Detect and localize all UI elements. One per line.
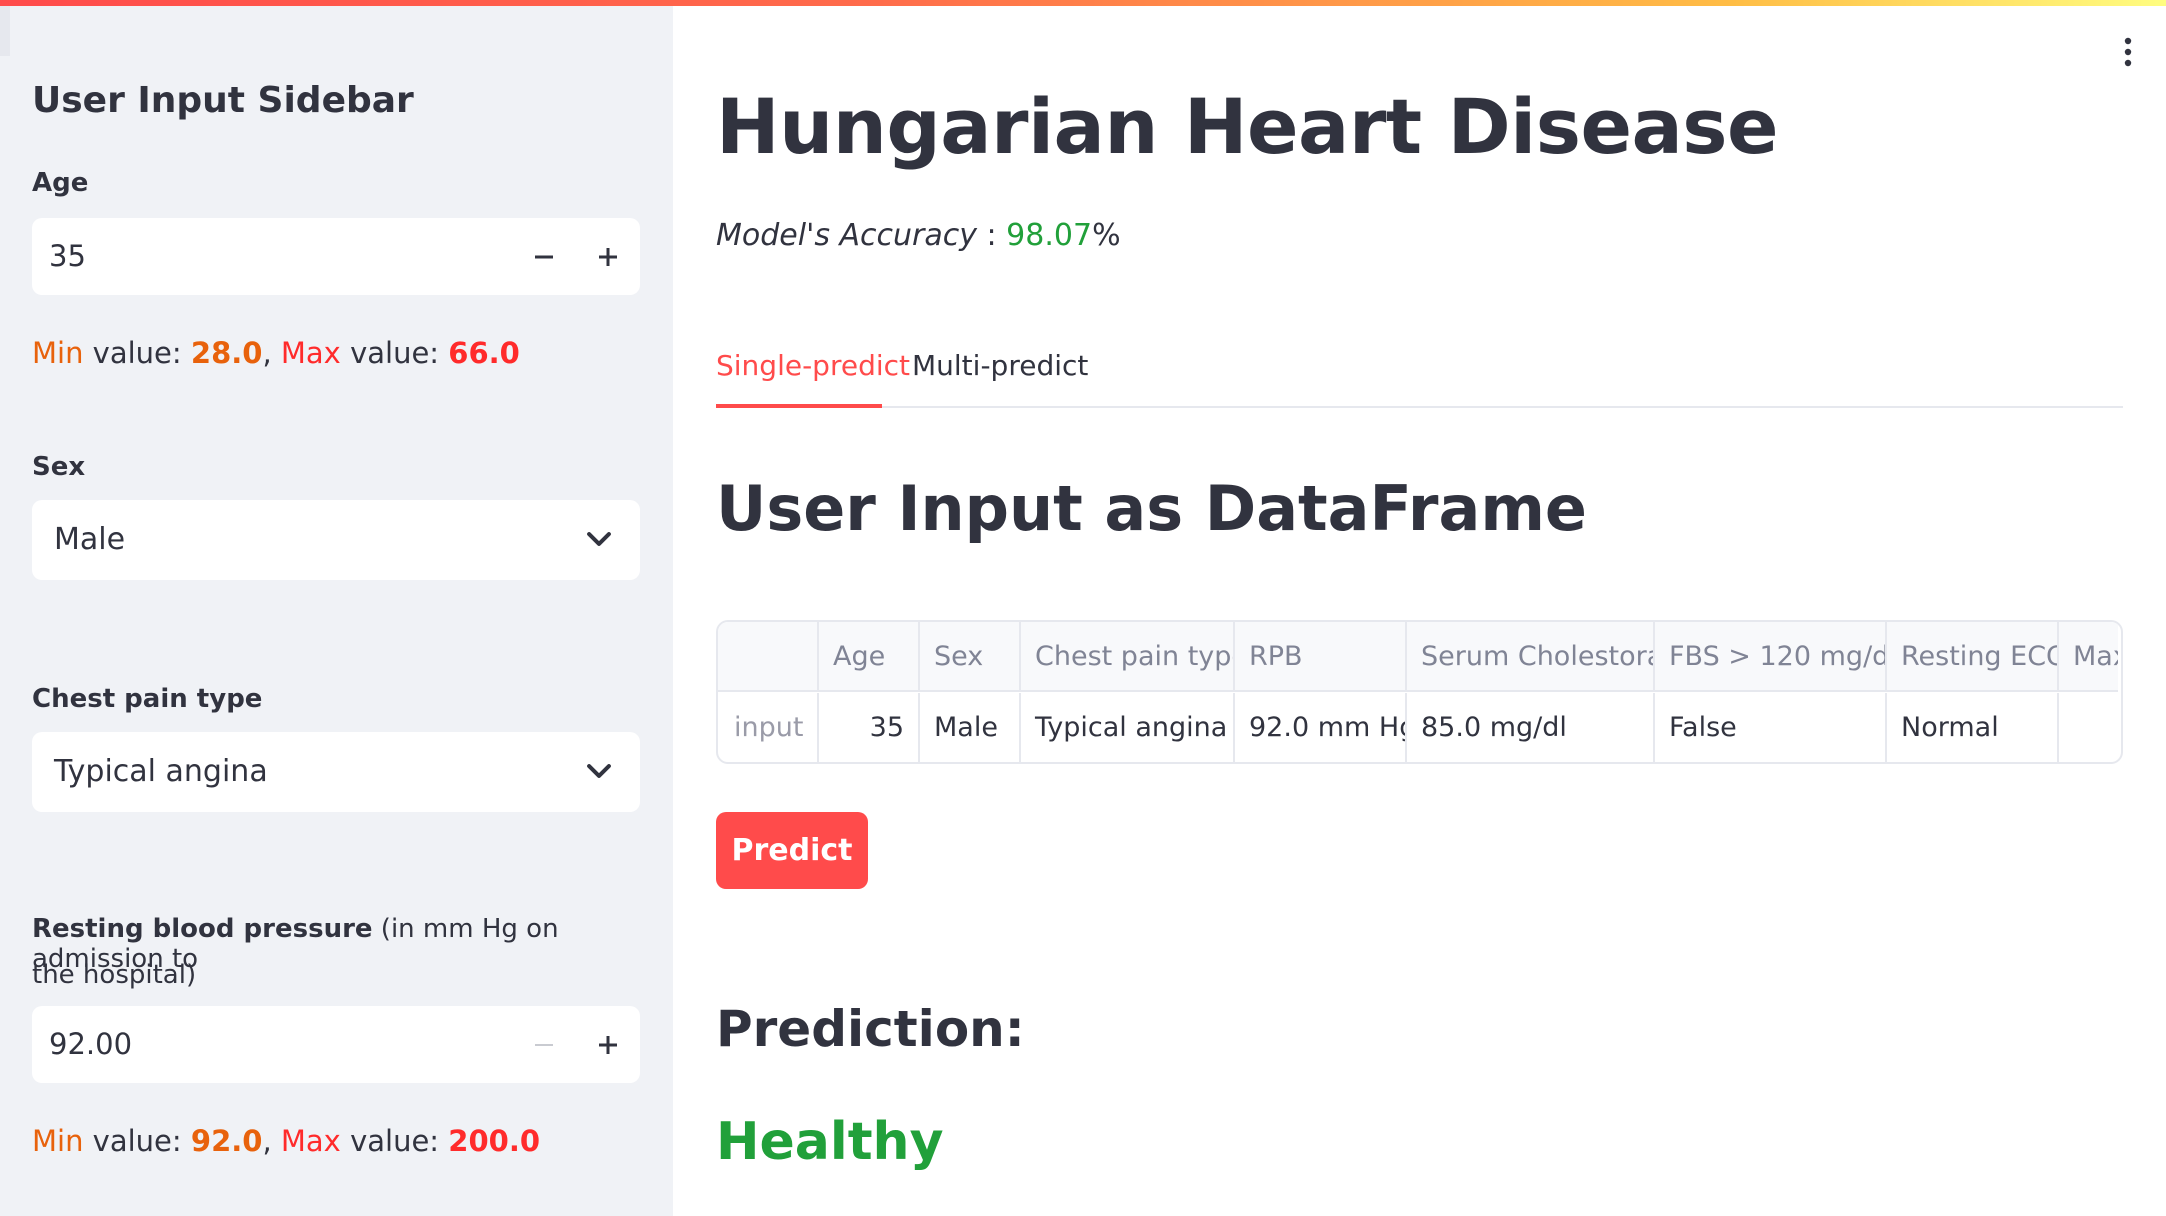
header-cell-age[interactable]: Age <box>819 622 920 692</box>
page-title: Hungarian Heart Disease <box>716 82 1779 171</box>
age-value[interactable]: 35 <box>49 218 86 295</box>
sidebar-collapse-handle[interactable] <box>0 0 10 56</box>
age-value-word-2: value: <box>340 336 449 370</box>
rbp-value-word: value: <box>83 1124 191 1158</box>
main-content: Hungarian Heart Disease Model's Accuracy… <box>673 0 2166 1216</box>
chest-pain-select[interactable]: Typical angina <box>32 732 640 812</box>
age-min-word: Min <box>32 336 84 370</box>
sex-select[interactable]: Male <box>32 500 640 580</box>
header-cell-max[interactable]: Max <box>2059 622 2118 692</box>
prediction-label: Prediction: <box>716 1000 1025 1058</box>
header-cell-chest-pain[interactable]: Chest pain type <box>1021 622 1235 692</box>
age-min-value: 28.0 <box>190 336 263 370</box>
cell-resting-ecg[interactable]: Normal <box>1887 693 2059 762</box>
cell-serum-cholestoral[interactable]: 85.0 mg/dl <box>1407 693 1655 762</box>
sidebar-title: User Input Sidebar <box>32 80 414 121</box>
rbp-number-input[interactable]: 92.00 <box>32 1006 640 1083</box>
top-decoration-bar <box>0 0 2166 6</box>
age-decrement-button[interactable] <box>512 218 576 295</box>
minus-icon <box>535 255 553 259</box>
cell-fbs[interactable]: False <box>1655 693 1887 762</box>
cell-chest-pain[interactable]: Typical angina <box>1021 693 1235 762</box>
user-input-dataframe[interactable]: Age Sex Chest pain type RPB Serum Choles… <box>716 620 2123 764</box>
predict-button[interactable]: Predict <box>716 812 868 889</box>
cell-age[interactable]: 35 <box>819 693 920 762</box>
rbp-min-value: 92.0 <box>190 1124 263 1158</box>
header-cell-sex[interactable]: Sex <box>920 622 1021 692</box>
rbp-decrement-button[interactable] <box>512 1006 576 1083</box>
rbp-range-sep: , <box>262 1124 281 1158</box>
header-cell-serum-cholestoral[interactable]: Serum Cholestoral <box>1407 622 1655 692</box>
row-index-cell: input <box>718 693 819 762</box>
chest-pain-selected-value: Typical angina <box>54 754 268 789</box>
header-cell-resting-ecg[interactable]: Resting ECG <box>1887 622 2059 692</box>
model-accuracy: Model's Accuracy : 98.07% <box>716 218 1121 253</box>
age-range-sep: , <box>262 336 281 370</box>
tab-single-predict[interactable]: Single-predict <box>716 348 910 384</box>
header-cell-index <box>718 622 819 692</box>
age-max-word: Max <box>280 336 341 370</box>
rbp-range-text: Min value: 92.0, Max value: 200.0 <box>32 1124 540 1158</box>
rbp-label-line2: the hospital) <box>32 960 196 990</box>
age-label: Age <box>32 168 89 198</box>
tab-multi-predict[interactable]: Multi-predict <box>912 348 1088 384</box>
accuracy-label: Model's Accuracy <box>716 218 977 253</box>
cell-sex[interactable]: Male <box>920 693 1021 762</box>
dataframe-header-row: Age Sex Chest pain type RPB Serum Choles… <box>718 622 2118 692</box>
accuracy-unit: % <box>1092 218 1121 253</box>
plus-icon <box>599 248 617 266</box>
rbp-value[interactable]: 92.00 <box>49 1006 132 1083</box>
rbp-value-word-2: value: <box>340 1124 449 1158</box>
chest-pain-label: Chest pain type <box>32 684 263 714</box>
active-tab-underline <box>716 404 882 408</box>
chevron-down-icon <box>587 764 611 778</box>
cell-max[interactable] <box>2059 693 2118 762</box>
tab-bar: Single-predict Multi-predict <box>716 348 2123 408</box>
accuracy-value: 98.07 <box>1006 218 1093 253</box>
plus-icon <box>599 1036 617 1054</box>
age-value-word: value: <box>83 336 191 370</box>
sex-selected-value: Male <box>54 522 126 557</box>
rbp-max-word: Max <box>280 1124 341 1158</box>
age-number-input[interactable]: 35 <box>32 218 640 295</box>
age-max-value: 66.0 <box>448 336 520 370</box>
chevron-down-icon <box>587 532 611 546</box>
header-cell-rpb[interactable]: RPB <box>1235 622 1407 692</box>
accuracy-sep: : <box>976 218 1007 253</box>
sex-label: Sex <box>32 452 86 482</box>
header-cell-fbs[interactable]: FBS > 120 mg/dl? <box>1655 622 1887 692</box>
sidebar: User Input Sidebar Age 35 Min value: 28.… <box>0 0 673 1216</box>
minus-icon <box>535 1044 553 1046</box>
vertical-dots-menu-icon[interactable] <box>2113 34 2143 70</box>
cell-rpb[interactable]: 92.0 mm Hg <box>1235 693 1407 762</box>
rbp-increment-button[interactable] <box>576 1006 640 1083</box>
table-row: input 35 Male Typical angina 92.0 mm Hg … <box>718 693 2118 762</box>
prediction-result: Healthy <box>716 1112 944 1172</box>
rbp-label-bold: Resting blood pressure <box>32 914 373 944</box>
age-increment-button[interactable] <box>576 218 640 295</box>
age-range-text: Min value: 28.0, Max value: 66.0 <box>32 336 520 370</box>
rbp-min-word: Min <box>32 1124 84 1158</box>
dataframe-section-title: User Input as DataFrame <box>716 472 1587 545</box>
rbp-max-value: 200.0 <box>448 1124 541 1158</box>
rbp-label-line2-text: the hospital) <box>32 960 197 990</box>
